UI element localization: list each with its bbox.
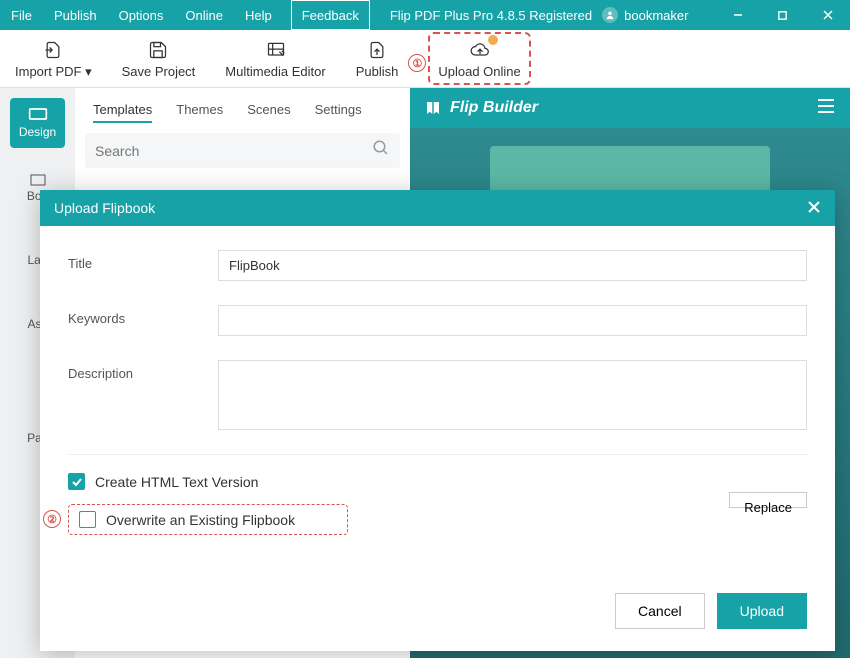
callout-1: ① (408, 54, 426, 72)
dialog-header: Upload Flipbook (40, 190, 835, 226)
cancel-button[interactable]: Cancel (615, 593, 705, 629)
menu-options[interactable]: Options (108, 0, 175, 30)
tab-themes[interactable]: Themes (176, 102, 223, 123)
window-controls (715, 0, 850, 30)
coin-badge-icon (487, 34, 499, 46)
keywords-label: Keywords (68, 305, 218, 326)
keywords-input[interactable] (218, 305, 807, 336)
publish-button[interactable]: Publish (356, 38, 399, 79)
monitor-icon (28, 107, 48, 121)
dialog-close-button[interactable] (807, 198, 821, 219)
dialog-footer: Cancel Upload (40, 579, 835, 651)
user-account[interactable]: bookmaker (602, 7, 688, 23)
description-input[interactable] (218, 360, 807, 430)
title-input[interactable] (218, 250, 807, 281)
description-label: Description (68, 360, 218, 381)
close-button[interactable] (805, 0, 850, 30)
username: bookmaker (624, 8, 688, 23)
checkmark-icon (71, 476, 83, 488)
callout-2: ② (43, 510, 61, 528)
overwrite-label: Overwrite an Existing Flipbook (106, 512, 295, 528)
search-box (85, 133, 400, 168)
save-icon (148, 38, 168, 62)
cloud-upload-icon (467, 38, 493, 62)
tab-scenes[interactable]: Scenes (247, 102, 290, 123)
title-label: Title (68, 250, 218, 271)
upload-online-button[interactable]: ① Upload Online (428, 32, 530, 85)
app-title: Flip PDF Plus Pro 4.8.5 Registered (390, 8, 592, 23)
replace-button[interactable]: Replace (729, 492, 807, 508)
hamburger-icon[interactable] (816, 98, 836, 119)
upload-dialog: Upload Flipbook Title Keywords Descripti… (40, 190, 835, 651)
create-html-checkbox-row[interactable]: Create HTML Text Version (68, 473, 807, 490)
preview-header: Flip Builder (410, 88, 850, 128)
dialog-title: Upload Flipbook (54, 200, 155, 216)
brand-label: Flip Builder (450, 99, 538, 117)
create-html-checkbox[interactable] (68, 473, 85, 490)
search-icon[interactable] (372, 139, 390, 162)
tab-settings[interactable]: Settings (315, 102, 362, 123)
upload-button[interactable]: Upload (717, 593, 807, 629)
create-html-label: Create HTML Text Version (95, 474, 258, 490)
toolbar: Import PDF ▾ Save Project Multimedia Edi… (0, 30, 850, 88)
save-project-button[interactable]: Save Project (122, 38, 196, 79)
close-icon (807, 200, 821, 214)
minimize-button[interactable] (715, 0, 760, 30)
book-preview (490, 146, 770, 196)
editor-icon (266, 38, 286, 62)
design-label: Design (19, 125, 56, 139)
menu-file[interactable]: File (0, 0, 43, 30)
divider (68, 454, 807, 455)
save-project-label: Save Project (122, 64, 196, 79)
search-input[interactable] (95, 143, 372, 159)
feedback-button[interactable]: Feedback (291, 0, 370, 30)
publish-label: Publish (356, 64, 399, 79)
import-pdf-button[interactable]: Import PDF ▾ (15, 38, 92, 80)
menu-publish[interactable]: Publish (43, 0, 108, 30)
titlebar: File Publish Options Online Help Feedbac… (0, 0, 850, 30)
menu-help[interactable]: Help (234, 0, 283, 30)
tab-templates[interactable]: Templates (93, 102, 152, 123)
publish-icon (367, 38, 387, 62)
import-pdf-label: Import PDF ▾ (15, 64, 92, 80)
multimedia-editor-label: Multimedia Editor (225, 64, 325, 79)
upload-online-label: Upload Online (438, 64, 520, 79)
menu-online[interactable]: Online (174, 0, 234, 30)
multimedia-editor-button[interactable]: Multimedia Editor (225, 38, 325, 79)
avatar-icon (602, 7, 618, 23)
dialog-body: Title Keywords Description Create HTML T… (40, 226, 835, 549)
overwrite-checkbox-row[interactable]: ② Overwrite an Existing Flipbook (68, 504, 348, 535)
maximize-button[interactable] (760, 0, 805, 30)
brand-icon (424, 99, 442, 117)
overwrite-checkbox[interactable] (79, 511, 96, 528)
import-icon (41, 38, 65, 62)
panel-tabs: Templates Themes Scenes Settings (85, 98, 400, 133)
design-button[interactable]: Design (10, 98, 65, 148)
